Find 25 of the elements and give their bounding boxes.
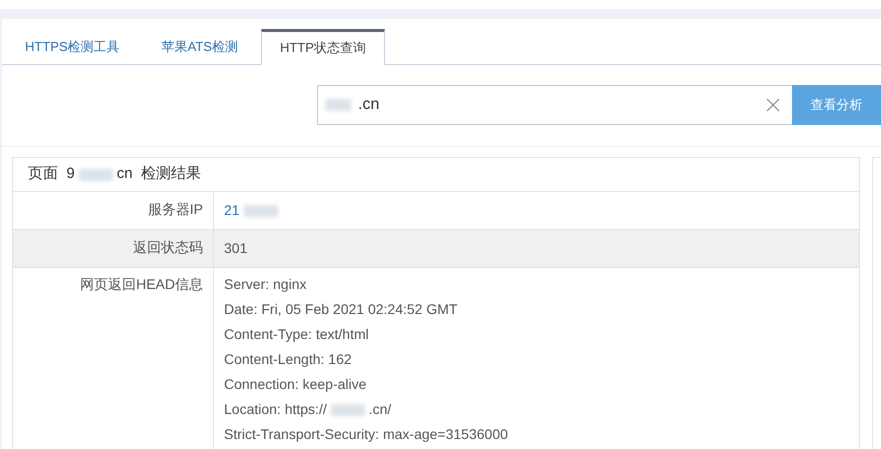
search-field[interactable]: .cn	[317, 85, 792, 125]
tab[interactable]: HTTP状态查询	[260, 29, 385, 65]
field-label: 返回状态码	[133, 239, 203, 255]
field-value: Connection: keep-alive	[224, 376, 366, 392]
blurred-text	[78, 168, 113, 180]
field-value: Location: https://	[224, 401, 327, 417]
field-value: Content-Length: 162	[224, 351, 352, 367]
blurred-text	[330, 404, 365, 416]
ip-link[interactable]: 21	[224, 202, 240, 218]
field-value: Date: Fri, 05 Feb 2021 02:24:52 GMT	[224, 301, 458, 317]
result-title: 页面 9	[28, 164, 75, 184]
tab[interactable]: HTTPS检测工具	[6, 28, 139, 64]
field-value: Strict-Transport-Security: max-age=31536000	[224, 426, 508, 442]
blurred-text	[244, 205, 278, 218]
field-value: Server: nginx	[224, 276, 306, 292]
blurred-text	[325, 99, 351, 111]
field-label: 服务器IP	[148, 201, 203, 217]
tab[interactable]: 苹果ATS检测	[142, 28, 257, 64]
field-value: Content-Type: text/html	[224, 326, 369, 342]
clear-icon[interactable]	[766, 98, 780, 112]
field-label: 网页返回HEAD信息	[80, 276, 203, 292]
analyze-button[interactable]: 查看分析	[792, 85, 881, 125]
result-title: cn 检测结果	[116, 164, 201, 184]
field-value: .cn/	[368, 401, 392, 417]
field-value: 301	[224, 240, 248, 256]
